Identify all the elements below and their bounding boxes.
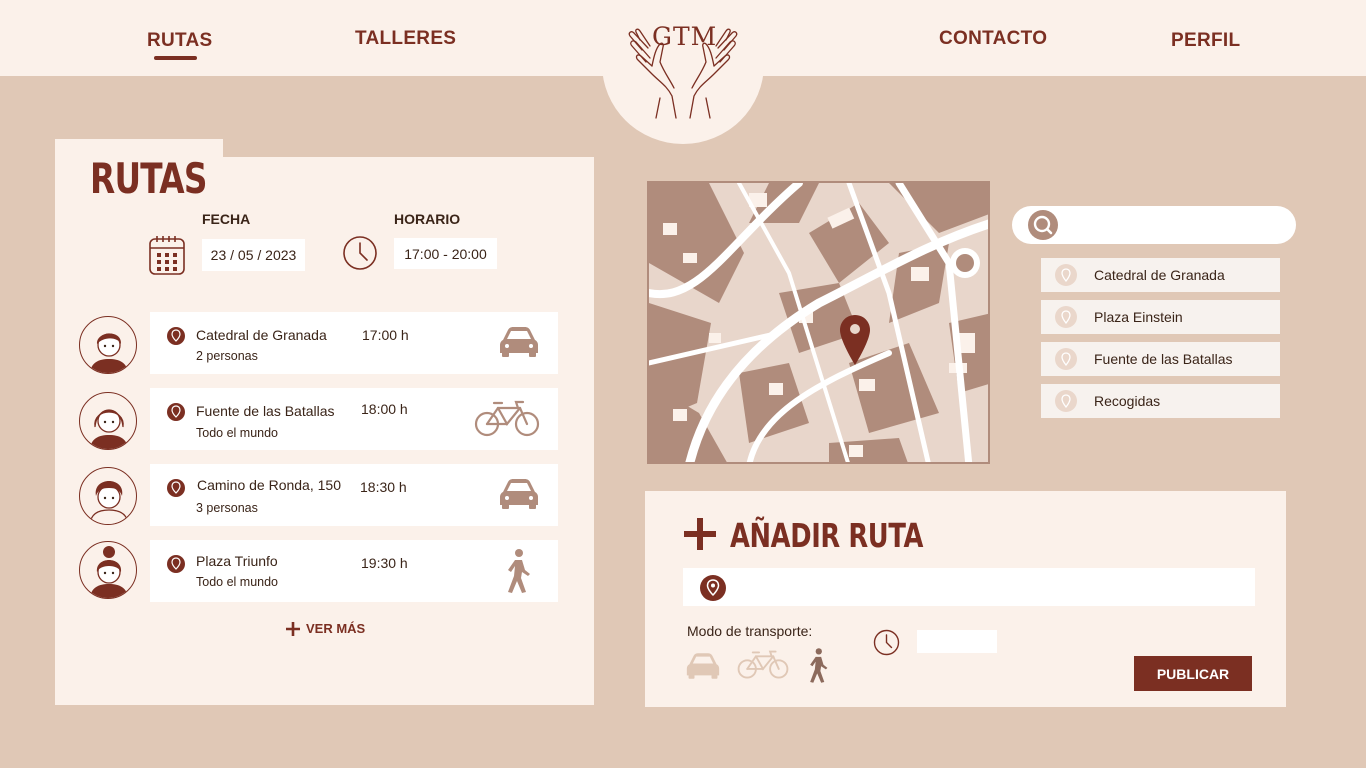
search-input[interactable] [1066, 212, 1286, 238]
location-pin-icon [167, 327, 185, 345]
walking-icon[interactable] [807, 647, 829, 684]
search-icon[interactable] [1028, 210, 1058, 240]
route-time: 17:00 h [362, 327, 409, 343]
bicycle-icon [474, 400, 540, 437]
location-pin-icon [167, 479, 185, 497]
search-result-item[interactable]: Plaza Einstein [1041, 300, 1280, 334]
search-result-label: Catedral de Granada [1094, 267, 1225, 283]
walking-icon [508, 549, 530, 593]
route-people: Todo el mundo [196, 426, 279, 440]
time-input[interactable] [917, 630, 997, 653]
route-people: 2 personas [196, 349, 258, 363]
avatar[interactable] [79, 541, 137, 599]
nav-talleres[interactable]: TALLERES [355, 28, 456, 50]
location-pin-icon [167, 555, 185, 573]
car-icon[interactable] [686, 652, 720, 680]
nav-rutas[interactable]: RUTAS [147, 30, 213, 52]
nav-contacto[interactable]: CONTACTO [939, 28, 1047, 50]
route-card[interactable]: Camino de Ronda, 150 18:30 h 3 personas [150, 464, 558, 526]
ver-mas-label: VER MÁS [306, 621, 366, 636]
route-card[interactable]: Plaza Triunfo 19:30 h Todo el mundo [150, 540, 558, 602]
add-route-title: AÑADIR RUTA [730, 516, 924, 555]
route-time: 19:30 h [361, 555, 408, 571]
clock-icon[interactable] [873, 629, 900, 656]
location-pin-icon [1055, 306, 1077, 328]
plus-icon [286, 621, 300, 636]
search-result-item[interactable]: Catedral de Granada [1041, 258, 1280, 292]
location-pin-icon [700, 575, 726, 601]
hands-logo-icon [628, 28, 738, 119]
plus-icon [684, 518, 716, 550]
car-icon [500, 479, 538, 509]
car-icon [500, 327, 538, 357]
route-card[interactable]: Fuente de las Batallas 18:00 h Todo el m… [150, 388, 558, 450]
route-card[interactable]: Catedral de Granada 17:00 h 2 personas [150, 312, 558, 374]
search-result-item[interactable]: Fuente de las Batallas [1041, 342, 1280, 376]
fecha-label: FECHA [202, 211, 251, 227]
location-pin-icon [167, 403, 185, 421]
fecha-field[interactable]: 23 / 05 / 2023 [202, 239, 305, 271]
transport-mode-label: Modo de transporte: [687, 623, 813, 639]
route-people: Todo el mundo [196, 575, 279, 589]
avatar[interactable] [79, 467, 137, 525]
horario-label: HORARIO [394, 211, 461, 227]
location-pin-icon [1055, 348, 1077, 370]
publish-button[interactable]: PUBLICAR [1134, 656, 1252, 691]
avatar[interactable] [79, 392, 137, 450]
route-place: Camino de Ronda, 150 [197, 477, 341, 493]
bicycle-icon[interactable] [737, 650, 789, 680]
rutas-title: RUTAS [90, 154, 207, 203]
search-result-label: Plaza Einstein [1094, 309, 1183, 325]
nav-perfil[interactable]: PERFIL [1171, 30, 1240, 52]
ver-mas-button[interactable]: VER MÁS [286, 621, 365, 636]
route-people: 3 personas [196, 501, 258, 515]
clock-icon[interactable] [342, 235, 378, 271]
nav-active-indicator [154, 56, 197, 60]
search-result-label: Fuente de las Batallas [1094, 351, 1233, 367]
horario-field[interactable]: 17:00 - 20:00 [394, 238, 497, 269]
route-time: 18:30 h [360, 479, 407, 495]
location-input[interactable] [736, 574, 1236, 600]
route-place: Fuente de las Batallas [196, 403, 335, 419]
search-result-item[interactable]: Recogidas [1041, 384, 1280, 418]
location-pin-icon [1055, 390, 1077, 412]
search-result-label: Recogidas [1094, 393, 1161, 409]
route-place: Catedral de Granada [196, 327, 327, 343]
route-map[interactable] [647, 181, 990, 464]
location-pin-icon [1055, 264, 1077, 286]
calendar-icon[interactable] [149, 235, 185, 275]
route-time: 18:00 h [361, 401, 408, 417]
avatar[interactable] [79, 316, 137, 374]
route-place: Plaza Triunfo [196, 553, 278, 569]
